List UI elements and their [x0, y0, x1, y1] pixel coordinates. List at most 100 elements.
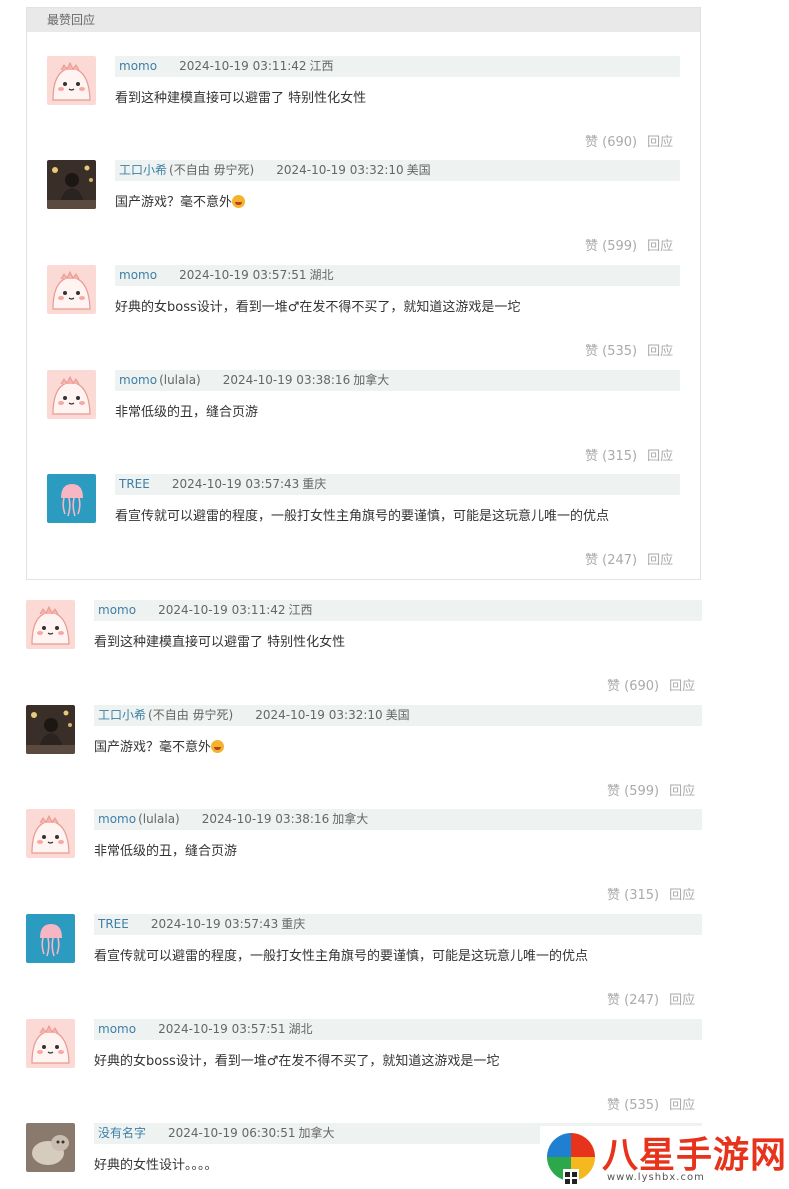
- comment-meta: momo 2024-10-19 03:11:42 江西: [94, 600, 702, 621]
- user-tag: (lulala): [159, 373, 201, 387]
- reply-button[interactable]: 回应: [669, 679, 695, 694]
- like-button[interactable]: 赞 (535): [607, 1098, 659, 1113]
- user-tag: (不自由 毋宁死): [169, 163, 255, 177]
- timestamp: 2024-10-19 03:11:42: [179, 59, 307, 73]
- pink-dino-avatar[interactable]: [26, 1019, 75, 1068]
- comment-text: 非常低级的丑，缝合页游: [115, 401, 258, 420]
- timestamp: 2024-10-19 03:32:10: [255, 708, 383, 722]
- location: 加拿大: [353, 373, 390, 387]
- comment-meta: TREE 2024-10-19 03:57:43 重庆: [115, 474, 680, 495]
- username-link[interactable]: momo: [98, 812, 136, 826]
- location: 江西: [309, 59, 334, 73]
- comment-item: momo (lulala) 2024-10-19 03:38:16 加拿大非常低级的丑…: [47, 370, 684, 475]
- like-button[interactable]: 赞 (599): [585, 239, 637, 254]
- username-link[interactable]: 工口小希: [119, 163, 167, 177]
- comment-text: 看到这种建模直接可以避雷了 特别性化女性: [115, 87, 366, 106]
- location: 重庆: [302, 477, 327, 491]
- location: 湖北: [288, 1022, 313, 1036]
- reply-button[interactable]: 回应: [647, 344, 673, 359]
- username-link[interactable]: momo: [119, 59, 157, 73]
- photo-avatar[interactable]: [26, 705, 75, 754]
- timestamp: 2024-10-19 03:57:51: [158, 1022, 286, 1036]
- comment-body: 看到这种建模直接可以避雷了 特别性化女性: [94, 635, 346, 650]
- comment-text: 看宣传就可以避雷的程度，一般打女性主角旗号的要谨慎，可能是这玩意儿唯一的优点: [115, 505, 609, 524]
- like-button[interactable]: 赞 (690): [585, 135, 637, 150]
- like-button[interactable]: 赞 (247): [585, 553, 637, 568]
- timestamp: 2024-10-19 03:57:51: [179, 268, 307, 282]
- timestamp: 2024-10-19 03:57:43: [171, 477, 300, 491]
- timestamp: 2024-10-19 03:32:10: [276, 163, 404, 177]
- comment-item: TREE 2024-10-19 03:57:43 重庆 看宣传就可以避雷的程度，一般打…: [26, 914, 706, 1019]
- comment-meta: 工口小希 (不自由 毋宁死) 2024-10-19 03:32:10 美国: [94, 705, 702, 726]
- pink-dino-avatar[interactable]: [26, 600, 75, 649]
- comment-meta: momo (lulala) 2024-10-19 03:38:16 加拿大: [115, 370, 680, 391]
- username-link[interactable]: 没有名字: [98, 1126, 146, 1140]
- comment-body: 国产游戏？毫不意外: [94, 740, 212, 755]
- photo-avatar[interactable]: [47, 160, 96, 209]
- like-button[interactable]: 赞 (535): [585, 344, 637, 359]
- comment-item: momo 2024-10-19 03:11:42 江西看到这种建模直接可以避雷了 特…: [47, 56, 684, 161]
- grinning-sweat-emoji-icon: [211, 740, 225, 753]
- comment-text: 看到这种建模直接可以避雷了 特别性化女性: [94, 631, 345, 650]
- username-link[interactable]: momo: [98, 1022, 136, 1036]
- reply-button[interactable]: 回应: [647, 239, 673, 254]
- location: 加拿大: [332, 812, 369, 826]
- username-link[interactable]: TREE: [98, 917, 129, 931]
- username-link[interactable]: momo: [119, 268, 157, 282]
- like-button[interactable]: 赞 (315): [607, 888, 659, 903]
- pink-dino-avatar[interactable]: [26, 809, 75, 858]
- comment-text: 好典的女boss设计，看到一堆♂在发不得不买了，就知道这游戏是一坨: [115, 296, 520, 315]
- timestamp: 2024-10-19 03:38:16: [201, 812, 330, 826]
- jellyfish-avatar[interactable]: [26, 914, 75, 963]
- like-button[interactable]: 赞 (247): [607, 993, 659, 1008]
- like-button[interactable]: 赞 (690): [607, 679, 659, 694]
- pinwheel-logo-icon: [547, 1133, 595, 1185]
- reply-button[interactable]: 回应: [669, 1098, 695, 1113]
- location: 美国: [385, 708, 410, 722]
- location: 重庆: [281, 917, 306, 931]
- reply-button[interactable]: 回应: [647, 135, 673, 150]
- comment-body: 非常低级的丑，缝合页游: [115, 405, 259, 420]
- watermark-name: 八星手游网: [602, 1135, 788, 1176]
- cat-photo-avatar[interactable]: [26, 1123, 75, 1172]
- username-link[interactable]: momo: [119, 373, 157, 387]
- comment-meta: TREE 2024-10-19 03:57:43 重庆: [94, 914, 702, 935]
- reply-button[interactable]: 回应: [669, 784, 695, 799]
- comment-item: momo 2024-10-19 03:11:42 江西看到这种建模直接可以避雷了 特…: [26, 600, 706, 705]
- reply-button[interactable]: 回应: [669, 888, 695, 903]
- jellyfish-avatar[interactable]: [47, 474, 96, 523]
- pink-dino-avatar[interactable]: [47, 265, 96, 314]
- comment-text: 非常低级的丑，缝合页游: [94, 840, 237, 859]
- reply-button[interactable]: 回应: [647, 553, 673, 568]
- reply-button[interactable]: 回应: [647, 449, 673, 464]
- comment-body: 非常低级的丑，缝合页游: [94, 844, 238, 859]
- user-tag: (lulala): [138, 812, 180, 826]
- comment-actions: 赞 (690) 回应: [607, 675, 695, 694]
- reply-button[interactable]: 回应: [669, 993, 695, 1008]
- username-link[interactable]: 工口小希: [98, 708, 146, 722]
- comment-meta: momo (lulala) 2024-10-19 03:38:16 加拿大: [94, 809, 702, 830]
- comment-actions: 赞 (599) 回应: [607, 780, 695, 799]
- location: 加拿大: [298, 1126, 335, 1140]
- comment-body: 好典的女boss设计，看到一堆♂在发不得不买了，就知道这游戏是一坨: [94, 1054, 500, 1069]
- username-link[interactable]: TREE: [119, 477, 150, 491]
- username-link[interactable]: momo: [98, 603, 136, 617]
- comment-actions: 赞 (315) 回应: [585, 445, 673, 464]
- comment-text: 国产游戏？毫不意外: [115, 191, 246, 210]
- watermark-url: www.lyshbx.com: [607, 1172, 705, 1183]
- comment-actions: 赞 (247) 回应: [585, 549, 673, 568]
- like-button[interactable]: 赞 (315): [585, 449, 637, 464]
- comment-actions: 赞 (247) 回应: [607, 989, 695, 1008]
- comment-actions: 赞 (535) 回应: [607, 1094, 695, 1113]
- comment-body: 好典的女boss设计，看到一堆♂在发不得不买了，就知道这游戏是一坨: [115, 300, 521, 315]
- comment-body: 看到这种建模直接可以避雷了 特别性化女性: [115, 91, 367, 106]
- pink-dino-avatar[interactable]: [47, 56, 96, 105]
- comment-meta: momo 2024-10-19 03:11:42 江西: [115, 56, 680, 77]
- location: 江西: [288, 603, 313, 617]
- like-button[interactable]: 赞 (599): [607, 784, 659, 799]
- pink-dino-avatar[interactable]: [47, 370, 96, 419]
- comment-item: TREE 2024-10-19 03:57:43 重庆看宣传就可以避雷的程度，一般打…: [47, 474, 684, 579]
- comment-text: 国产游戏？毫不意外: [94, 736, 225, 755]
- comment-item: momo 2024-10-19 03:57:51 湖北 好典的女boss设计，看到一堆…: [47, 265, 684, 370]
- watermark: 八星手游网 www.lyshbx.com: [540, 1126, 789, 1189]
